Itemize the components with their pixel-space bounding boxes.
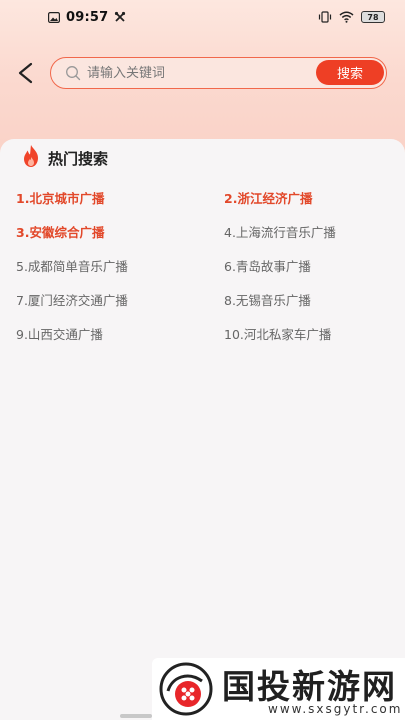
watermark-logo-icon <box>159 662 213 716</box>
section-header: 热门搜索 <box>20 145 108 171</box>
hot-search-panel: 热门搜索 1.北京城市广播 2.浙江经济广播 3.安徽综合广播 4.上海流行音乐… <box>0 139 405 720</box>
hot-item-9[interactable]: 9.山西交通广播 <box>16 324 103 343</box>
wifi-icon <box>339 11 354 23</box>
flame-icon <box>20 144 42 172</box>
hot-item-4[interactable]: 4.上海流行音乐广播 <box>224 222 336 241</box>
watermark-title: 国投新游网 <box>222 667 397 706</box>
search-bar-row: 搜索 <box>0 56 405 90</box>
image-icon <box>48 11 60 23</box>
chevron-left-icon <box>18 62 33 84</box>
back-button[interactable] <box>12 58 38 88</box>
hot-item-1[interactable]: 1.北京城市广播 <box>16 188 104 207</box>
hot-item-7[interactable]: 7.厦门经济交通广播 <box>16 290 128 309</box>
status-bar: 09:57 78 <box>0 0 405 34</box>
hot-item-3[interactable]: 3.安徽综合广播 <box>16 222 104 241</box>
search-input[interactable] <box>87 62 311 84</box>
search-button[interactable]: 搜索 <box>316 60 384 85</box>
hot-item-2[interactable]: 2.浙江经济广播 <box>224 188 312 207</box>
watermark: 国投新游网 www.sxsgytr.com <box>152 658 405 720</box>
search-icon <box>65 65 81 81</box>
hot-item-8[interactable]: 8.无锡音乐广播 <box>224 290 311 309</box>
search-box[interactable]: 搜索 <box>50 57 387 89</box>
vibrate-icon <box>318 11 332 23</box>
home-indicator <box>120 714 152 718</box>
hot-item-10[interactable]: 10.河北私家车广播 <box>224 324 331 343</box>
hot-item-6[interactable]: 6.青岛故事广播 <box>224 256 311 275</box>
status-time: 09:57 <box>66 9 109 25</box>
tools-icon <box>114 11 126 23</box>
hot-item-5[interactable]: 5.成都简单音乐广播 <box>16 256 128 275</box>
section-title: 热门搜索 <box>48 149 109 168</box>
watermark-url: www.sxsgytr.com <box>268 702 403 716</box>
battery-icon: 78 <box>361 11 385 23</box>
